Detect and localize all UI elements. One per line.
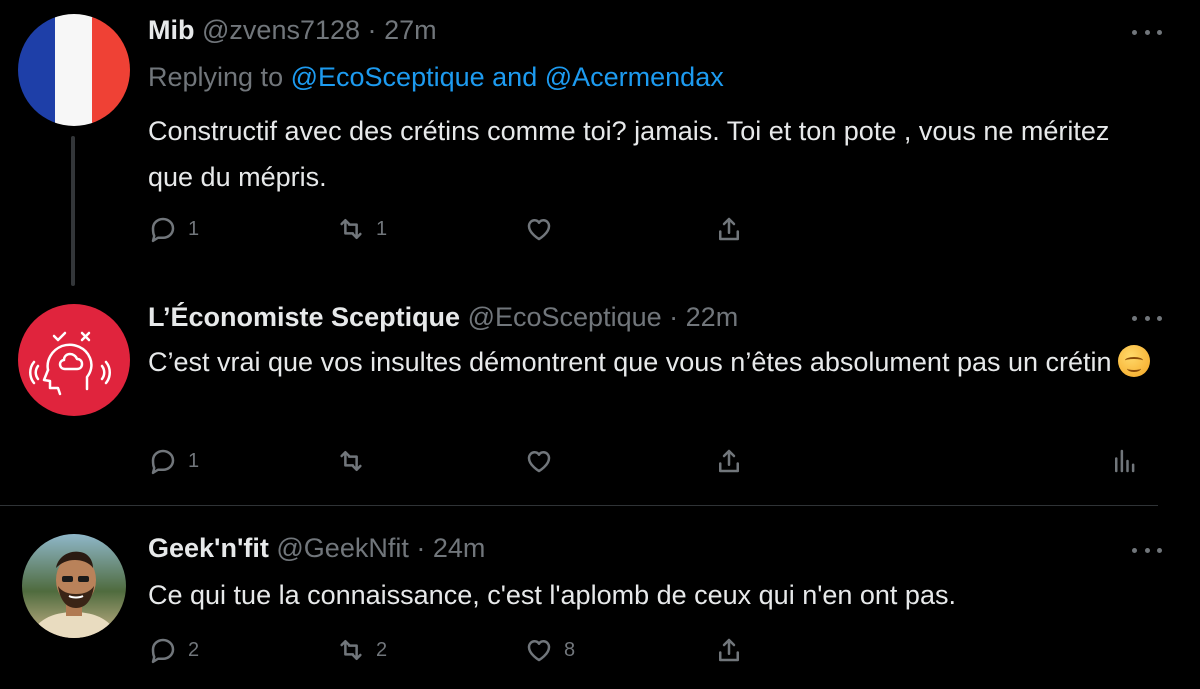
mention-and[interactable]: and <box>492 62 537 92</box>
tweet-text: Constructif avec des crétins comme toi? … <box>148 116 1110 192</box>
analytics-button[interactable] <box>1110 444 1140 478</box>
tweet-ecosceptique[interactable]: L’Économiste Sceptique @EcoSceptique · 2… <box>0 290 1200 500</box>
tweet-mib[interactable]: Mib @zvens7128 · 27m Replying to @EcoSce… <box>0 0 1200 286</box>
separator-dot: · <box>669 302 679 332</box>
like-button[interactable] <box>524 212 564 246</box>
share-button[interactable] <box>714 444 744 478</box>
analytics-icon <box>1115 449 1135 473</box>
tweet-header: L’Économiste Sceptique @EcoSceptique · 2… <box>148 297 738 337</box>
retweet-icon <box>340 219 362 239</box>
reply-icon <box>151 449 175 475</box>
retweet-icon <box>340 640 362 660</box>
like-icon <box>527 640 551 662</box>
relieved-face-emoji-icon <box>1117 345 1150 377</box>
share-button[interactable] <box>714 212 744 246</box>
profile-photo <box>22 534 126 638</box>
mention-link[interactable]: @EcoSceptique <box>291 62 485 92</box>
like-button[interactable] <box>524 444 564 478</box>
reply-count: 2 <box>188 638 200 661</box>
retweet-button[interactable]: 1 <box>336 212 387 246</box>
share-icon <box>719 217 739 241</box>
tweet-geeknfit[interactable]: Geek'n'fit @GeekNfit · 24m Ce qui tue la… <box>0 520 1200 689</box>
separator-dot: · <box>416 533 426 563</box>
display-name[interactable]: L’Économiste Sceptique <box>148 302 460 332</box>
timestamp[interactable]: 22m <box>686 302 739 332</box>
user-handle[interactable]: @EcoSceptique <box>468 302 662 332</box>
reply-button[interactable]: 2 <box>148 633 199 667</box>
share-icon <box>719 638 739 662</box>
replying-to: Replying to @EcoSceptique and @Acermenda… <box>148 60 724 94</box>
tweet-text: C’est vrai que vos insultes démontrent q… <box>148 339 1158 385</box>
reply-icon <box>151 638 175 664</box>
display-name[interactable]: Mib <box>148 15 195 45</box>
retweet-count: 1 <box>376 217 388 240</box>
avatar-mib[interactable] <box>18 14 130 126</box>
tweet-actions: 2 2 8 <box>148 633 1158 667</box>
thread-line <box>71 136 75 286</box>
brain-logo-icon <box>29 331 111 396</box>
separator-dot: · <box>367 15 377 45</box>
avatar-ecosceptique[interactable] <box>18 304 130 416</box>
reply-button[interactable]: 1 <box>148 212 199 246</box>
user-handle[interactable]: @GeekNfit <box>276 533 408 563</box>
more-icon[interactable] <box>1132 22 1162 42</box>
reply-button[interactable]: 1 <box>148 444 199 478</box>
tweet-text-content: C’est vrai que vos insultes démontrent q… <box>148 347 1112 377</box>
retweet-count: 2 <box>376 638 388 661</box>
retweet-icon <box>340 451 362 471</box>
replying-to-label: Replying to <box>148 62 284 92</box>
more-icon[interactable] <box>1132 540 1162 560</box>
like-icon <box>527 451 551 473</box>
like-count: 8 <box>564 638 576 661</box>
tweet-text: Ce qui tue la connaissance, c'est l'aplo… <box>148 580 956 610</box>
retweet-button[interactable]: 2 <box>336 633 387 667</box>
tweet-actions: 1 1 <box>148 212 1158 246</box>
like-button[interactable]: 8 <box>524 633 575 667</box>
display-name[interactable]: Geek'n'fit <box>148 533 269 563</box>
french-flag-avatar <box>18 14 130 126</box>
retweet-button[interactable] <box>336 444 376 478</box>
tweet-header: Geek'n'fit @GeekNfit · 24m <box>148 528 485 568</box>
mention-link[interactable]: @Acermendax <box>545 62 724 92</box>
tweet-header: Mib @zvens7128 · 27m <box>148 10 437 50</box>
reply-count: 1 <box>188 449 200 472</box>
reply-count: 1 <box>188 217 200 240</box>
timestamp[interactable]: 24m <box>433 533 486 563</box>
tweet-actions: 1 <box>148 444 1158 478</box>
timestamp[interactable]: 27m <box>384 15 437 45</box>
reply-icon <box>151 217 175 243</box>
user-handle[interactable]: @zvens7128 <box>202 15 360 45</box>
like-icon <box>527 219 551 241</box>
divider <box>0 505 1158 506</box>
avatar-geeknfit[interactable] <box>22 534 126 638</box>
share-icon <box>719 449 739 473</box>
share-button[interactable] <box>714 633 744 667</box>
more-icon[interactable] <box>1132 308 1162 328</box>
